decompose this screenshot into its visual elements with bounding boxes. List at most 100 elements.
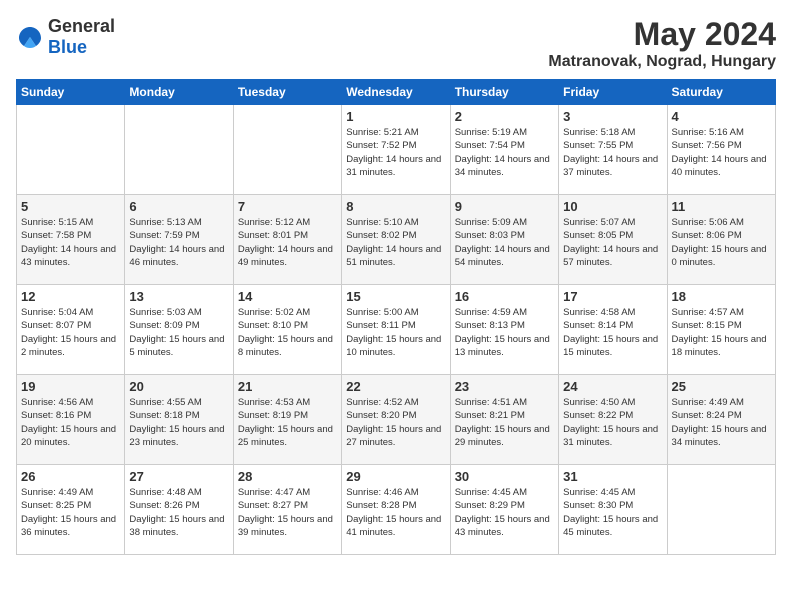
calendar-cell: 29Sunrise: 4:46 AMSunset: 8:28 PMDayligh… <box>342 465 450 555</box>
calendar-cell: 15 Sunrise: 5:00 AMSunset: 8:11 PMDayligh… <box>342 285 450 375</box>
weekday-header-monday: Monday <box>125 80 233 105</box>
weekday-header-thursday: Thursday <box>450 80 558 105</box>
day-info: Sunrise: 5:07 AMSunset: 8:05 PMDaylight:… <box>563 216 662 269</box>
calendar-cell: 13Sunrise: 5:03 AMSunset: 8:09 PMDayligh… <box>125 285 233 375</box>
calendar-cell <box>667 465 775 555</box>
day-info: Sunrise: 4:49 AMSunset: 8:24 PMDaylight:… <box>672 396 771 449</box>
day-number: 4 <box>672 109 771 124</box>
weekday-header-sunday: Sunday <box>17 80 125 105</box>
day-info: Sunrise: 5:15 AMSunset: 7:58 PMDaylight:… <box>21 216 120 269</box>
day-number: 11 <box>672 199 771 214</box>
calendar-cell: 14Sunrise: 5:02 AMSunset: 8:10 PMDayligh… <box>233 285 341 375</box>
calendar-cell: 12 Sunrise: 5:04 AMSunset: 8:07 PMDayligh… <box>17 285 125 375</box>
calendar-cell: 19 Sunrise: 4:56 AMSunset: 8:16 PMDayligh… <box>17 375 125 465</box>
calendar-cell <box>125 105 233 195</box>
calendar-cell: 3 Sunrise: 5:18 AMSunset: 7:55 PMDaylight… <box>559 105 667 195</box>
day-number: 1 <box>346 109 445 124</box>
week-row-3: 12 Sunrise: 5:04 AMSunset: 8:07 PMDayligh… <box>17 285 776 375</box>
day-number: 13 <box>129 289 228 304</box>
logo-icon <box>16 23 44 51</box>
day-number: 31 <box>563 469 662 484</box>
day-number: 26 <box>21 469 120 484</box>
day-info: Sunrise: 5:00 AMSunset: 8:11 PMDaylight:… <box>346 306 445 359</box>
day-number: 22 <box>346 379 445 394</box>
weekday-header-wednesday: Wednesday <box>342 80 450 105</box>
calendar-cell: 27Sunrise: 4:48 AMSunset: 8:26 PMDayligh… <box>125 465 233 555</box>
day-number: 17 <box>563 289 662 304</box>
day-number: 23 <box>455 379 554 394</box>
day-number: 21 <box>238 379 337 394</box>
day-number: 10 <box>563 199 662 214</box>
day-info: Sunrise: 5:13 AMSunset: 7:59 PMDaylight:… <box>129 216 228 269</box>
day-number: 28 <box>238 469 337 484</box>
calendar-cell: 30 Sunrise: 4:45 AMSunset: 8:29 PMDayligh… <box>450 465 558 555</box>
day-info: Sunrise: 4:52 AMSunset: 8:20 PMDaylight:… <box>346 396 445 449</box>
day-info: Sunrise: 5:04 AMSunset: 8:07 PMDaylight:… <box>21 306 120 359</box>
day-info: Sunrise: 4:45 AMSunset: 8:29 PMDaylight:… <box>455 486 554 539</box>
logo-general: General <box>48 16 115 36</box>
week-row-5: 26 Sunrise: 4:49 AMSunset: 8:25 PMDayligh… <box>17 465 776 555</box>
day-info: Sunrise: 5:16 AMSunset: 7:56 PMDaylight:… <box>672 126 771 179</box>
logo-blue: Blue <box>48 37 87 57</box>
day-number: 29 <box>346 469 445 484</box>
day-number: 2 <box>455 109 554 124</box>
week-row-2: 5Sunrise: 5:15 AMSunset: 7:58 PMDaylight… <box>17 195 776 285</box>
day-number: 14 <box>238 289 337 304</box>
day-number: 16 <box>455 289 554 304</box>
calendar-cell: 8Sunrise: 5:10 AMSunset: 8:02 PMDaylight… <box>342 195 450 285</box>
calendar-cell: 2 Sunrise: 5:19 AMSunset: 7:54 PMDaylight… <box>450 105 558 195</box>
day-number: 18 <box>672 289 771 304</box>
day-info: Sunrise: 4:55 AMSunset: 8:18 PMDaylight:… <box>129 396 228 449</box>
day-info: Sunrise: 4:47 AMSunset: 8:27 PMDaylight:… <box>238 486 337 539</box>
day-info: Sunrise: 5:06 AMSunset: 8:06 PMDaylight:… <box>672 216 771 269</box>
day-info: Sunrise: 4:49 AMSunset: 8:25 PMDaylight:… <box>21 486 120 539</box>
logo-text: General Blue <box>48 16 115 58</box>
calendar-cell: 31Sunrise: 4:45 AMSunset: 8:30 PMDayligh… <box>559 465 667 555</box>
day-number: 25 <box>672 379 771 394</box>
day-info: Sunrise: 4:57 AMSunset: 8:15 PMDaylight:… <box>672 306 771 359</box>
calendar-cell <box>17 105 125 195</box>
day-info: Sunrise: 4:50 AMSunset: 8:22 PMDaylight:… <box>563 396 662 449</box>
day-number: 20 <box>129 379 228 394</box>
day-number: 12 <box>21 289 120 304</box>
day-info: Sunrise: 4:53 AMSunset: 8:19 PMDaylight:… <box>238 396 337 449</box>
calendar-table: SundayMondayTuesdayWednesdayThursdayFrid… <box>16 79 776 555</box>
calendar-cell: 6 Sunrise: 5:13 AMSunset: 7:59 PMDaylight… <box>125 195 233 285</box>
calendar-cell: 22 Sunrise: 4:52 AMSunset: 8:20 PMDayligh… <box>342 375 450 465</box>
calendar-cell: 16Sunrise: 4:59 AMSunset: 8:13 PMDayligh… <box>450 285 558 375</box>
day-number: 8 <box>346 199 445 214</box>
day-info: Sunrise: 4:58 AMSunset: 8:14 PMDaylight:… <box>563 306 662 359</box>
day-info: Sunrise: 4:48 AMSunset: 8:26 PMDaylight:… <box>129 486 228 539</box>
month-title: May 2024 <box>548 16 776 53</box>
day-info: Sunrise: 5:21 AMSunset: 7:52 PMDaylight:… <box>346 126 445 179</box>
calendar-cell: 28 Sunrise: 4:47 AMSunset: 8:27 PMDayligh… <box>233 465 341 555</box>
calendar-cell: 17 Sunrise: 4:58 AMSunset: 8:14 PMDayligh… <box>559 285 667 375</box>
weekday-header-tuesday: Tuesday <box>233 80 341 105</box>
day-info: Sunrise: 5:19 AMSunset: 7:54 PMDaylight:… <box>455 126 554 179</box>
calendar-cell: 26 Sunrise: 4:49 AMSunset: 8:25 PMDayligh… <box>17 465 125 555</box>
day-number: 15 <box>346 289 445 304</box>
calendar-cell: 25 Sunrise: 4:49 AMSunset: 8:24 PMDayligh… <box>667 375 775 465</box>
header: General Blue May 2024 Matranovak, Nograd… <box>16 16 776 71</box>
location-title: Matranovak, Nograd, Hungary <box>548 53 776 71</box>
calendar-cell: 20 Sunrise: 4:55 AMSunset: 8:18 PMDayligh… <box>125 375 233 465</box>
day-info: Sunrise: 4:56 AMSunset: 8:16 PMDaylight:… <box>21 396 120 449</box>
weekday-header-row: SundayMondayTuesdayWednesdayThursdayFrid… <box>17 80 776 105</box>
calendar-cell: 9 Sunrise: 5:09 AMSunset: 8:03 PMDaylight… <box>450 195 558 285</box>
calendar-cell: 7 Sunrise: 5:12 AMSunset: 8:01 PMDaylight… <box>233 195 341 285</box>
day-info: Sunrise: 5:09 AMSunset: 8:03 PMDaylight:… <box>455 216 554 269</box>
calendar-cell: 23Sunrise: 4:51 AMSunset: 8:21 PMDayligh… <box>450 375 558 465</box>
day-info: Sunrise: 5:18 AMSunset: 7:55 PMDaylight:… <box>563 126 662 179</box>
day-info: Sunrise: 5:12 AMSunset: 8:01 PMDaylight:… <box>238 216 337 269</box>
calendar-cell: 5Sunrise: 5:15 AMSunset: 7:58 PMDaylight… <box>17 195 125 285</box>
day-number: 3 <box>563 109 662 124</box>
calendar-cell <box>233 105 341 195</box>
day-number: 6 <box>129 199 228 214</box>
weekday-header-friday: Friday <box>559 80 667 105</box>
day-number: 9 <box>455 199 554 214</box>
day-number: 7 <box>238 199 337 214</box>
calendar-cell: 4 Sunrise: 5:16 AMSunset: 7:56 PMDaylight… <box>667 105 775 195</box>
day-number: 19 <box>21 379 120 394</box>
day-number: 30 <box>455 469 554 484</box>
calendar-cell: 1 Sunrise: 5:21 AMSunset: 7:52 PMDaylight… <box>342 105 450 195</box>
